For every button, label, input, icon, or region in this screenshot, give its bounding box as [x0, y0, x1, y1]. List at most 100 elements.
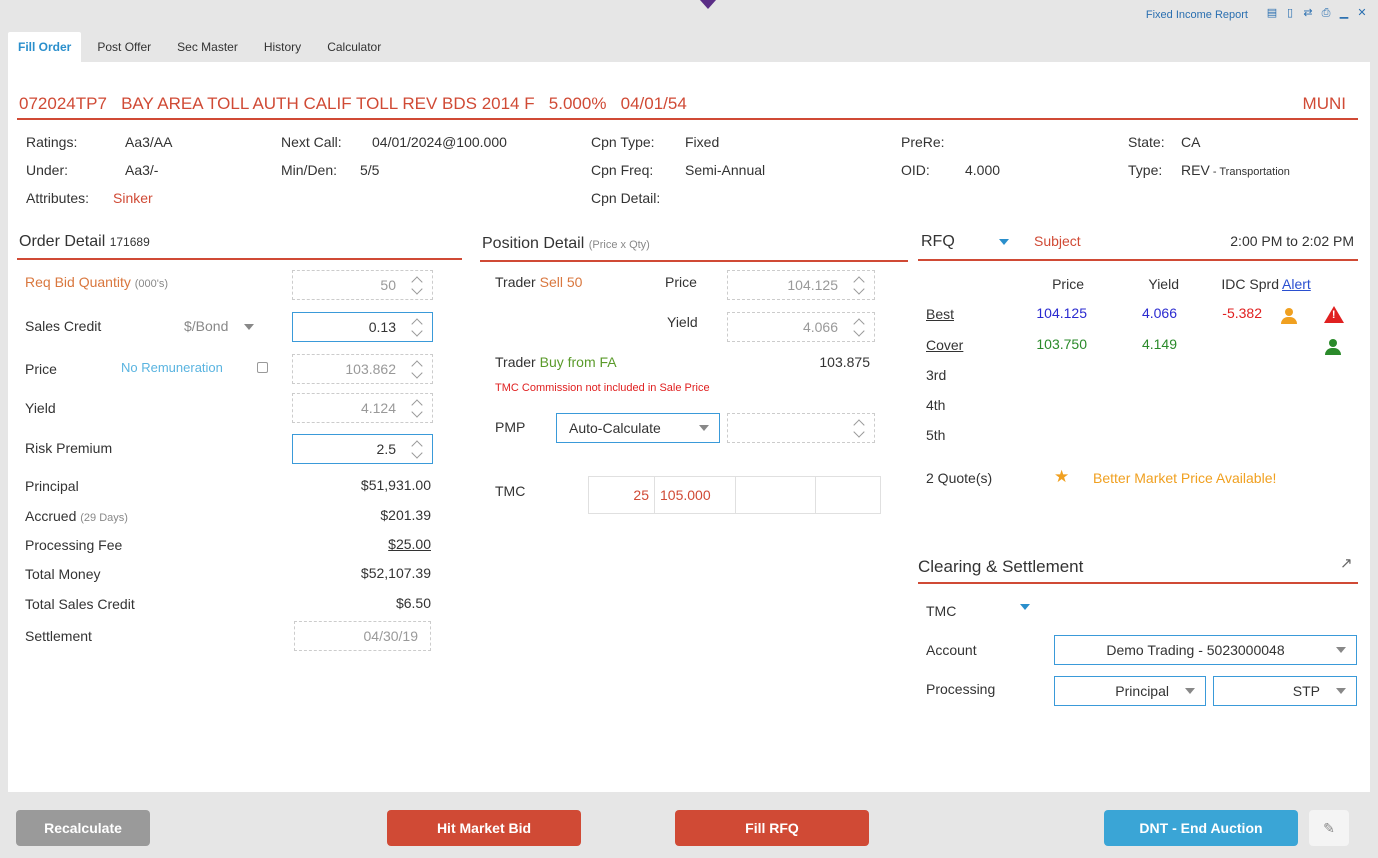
close-icon[interactable]: ✕	[1356, 6, 1368, 20]
pmp-value-input[interactable]	[727, 413, 875, 443]
processing-label: Processing	[926, 681, 996, 697]
processing-fee-value[interactable]: $25.00	[388, 536, 431, 552]
position-price-value: 104.125	[787, 277, 838, 293]
fill-order-panel: 072024TP7 BAY AREA TOLL AUTH CALIF TOLL …	[8, 62, 1370, 792]
next-call-label: Next Call:	[281, 134, 342, 150]
position-price-spinner[interactable]	[854, 274, 866, 296]
yield-spinner[interactable]	[412, 397, 424, 419]
trader-sell-row: Trader Sell 50	[495, 274, 582, 290]
account-select[interactable]: Demo Trading - 5023000048	[1054, 635, 1357, 665]
mobile-icon[interactable]: ▯	[1284, 6, 1296, 20]
fill-rfq-button[interactable]: Fill RFQ	[675, 810, 869, 846]
yield-value: 4.124	[360, 400, 396, 416]
principal-value: $51,931.00	[360, 477, 431, 493]
tmc-qty-cell[interactable]: 25	[589, 477, 655, 513]
chevron-down-icon	[699, 425, 709, 431]
ratings-label: Ratings:	[26, 134, 78, 150]
pmp-spinner[interactable]	[854, 417, 866, 439]
accrued-label-text: Accrued	[25, 508, 77, 524]
rfq-row-cover-label[interactable]: Cover	[926, 337, 963, 353]
risk-premium-input[interactable]: 2.5	[292, 434, 433, 464]
oid-label: OID:	[901, 162, 930, 178]
menu-icon[interactable]: ▤	[1266, 6, 1278, 20]
position-yield-value: 4.066	[802, 319, 838, 335]
yield-label: Yield	[25, 400, 56, 416]
dnt-end-auction-button[interactable]: DNT - End Auction	[1104, 810, 1298, 846]
next-call-value: 04/01/2024@100.000	[372, 134, 507, 150]
tab-post-offer[interactable]: Post Offer	[87, 32, 161, 62]
pmp-select[interactable]: Auto-Calculate	[556, 413, 720, 443]
processing-mode-select[interactable]: STP	[1213, 676, 1357, 706]
rfq-status-dropdown-icon[interactable]	[999, 239, 1009, 245]
position-detail-title-text: Position Detail	[482, 235, 585, 252]
rfq-row-4th-label: 4th	[926, 397, 946, 413]
total-money-label: Total Money	[25, 566, 101, 582]
minimize-icon[interactable]: ▁	[1338, 6, 1350, 20]
position-yield-input[interactable]: 4.066	[727, 312, 875, 342]
risk-premium-spinner[interactable]	[412, 438, 424, 460]
rfq-col-alert[interactable]: Alert	[1282, 276, 1311, 292]
no-remuneration-checkbox[interactable]	[257, 362, 268, 373]
trader2-action: Buy from FA	[539, 354, 617, 370]
recalculate-button[interactable]: Recalculate	[16, 810, 150, 846]
clearing-tmc-label: TMC	[926, 603, 957, 619]
oid-value: 4.000	[965, 162, 1001, 178]
accrued-days: (29 Days)	[80, 512, 128, 524]
price-label: Price	[25, 361, 57, 377]
rfq-title: RFQ	[921, 233, 955, 250]
settlement-date-input[interactable]: 04/30/19	[294, 621, 431, 651]
processing-select[interactable]: Principal	[1054, 676, 1206, 706]
under-value: Aa3/-	[125, 162, 159, 178]
req-bid-unit: (000's)	[134, 278, 169, 290]
tab-calculator[interactable]: Calculator	[317, 32, 391, 62]
rfq-row-best-label[interactable]: Best	[926, 306, 954, 322]
processing-value: Principal	[1115, 683, 1169, 699]
sales-credit-spinner[interactable]	[412, 316, 424, 338]
external-link-icon[interactable]: ↗	[1340, 554, 1353, 572]
total-money-value: $52,107.39	[360, 565, 431, 581]
total-sales-credit-label: Total Sales Credit	[25, 596, 135, 612]
tmc-price-cell[interactable]: 105.000	[655, 477, 736, 513]
rfq-best-idc: -5.382	[1222, 305, 1262, 321]
yield-input[interactable]: 4.124	[292, 393, 433, 423]
clearing-tmc-dropdown-icon[interactable]	[1020, 604, 1030, 610]
rfq-status: Subject	[1034, 233, 1081, 249]
rfq-cover-price: 103.750	[1036, 336, 1087, 352]
processing-fee-label: Processing Fee	[25, 537, 123, 553]
position-yield-spinner[interactable]	[854, 316, 866, 338]
req-bid-spinner[interactable]	[412, 274, 424, 296]
price-input[interactable]: 103.862	[292, 354, 433, 384]
tab-history[interactable]: History	[254, 32, 311, 62]
chevron-down-icon	[244, 324, 255, 331]
price-spinner[interactable]	[412, 358, 424, 380]
sales-credit-unit-select[interactable]: $/Bond	[184, 318, 255, 334]
req-bid-label: Req Bid Quantity (000's)	[25, 274, 168, 290]
hit-market-bid-button[interactable]: Hit Market Bid	[387, 810, 581, 846]
transfer-icon[interactable]: ⇄	[1302, 6, 1314, 20]
warning-icon[interactable]: !	[1323, 305, 1344, 323]
tmc-empty-cell-1[interactable]	[736, 477, 816, 513]
rfq-cover-yield: 4.149	[1141, 336, 1177, 352]
pencil-icon[interactable]: ✎	[1309, 810, 1349, 846]
position-detail-subtitle: (Price x Qty)	[588, 239, 650, 251]
better-market-price-message[interactable]: Better Market Price Available!	[1093, 470, 1276, 486]
drag-notch[interactable]	[700, 0, 716, 9]
req-bid-label-text: Req Bid Quantity	[25, 274, 131, 290]
print-icon[interactable]: ⎙	[1320, 6, 1332, 20]
chevron-down-icon	[1336, 647, 1346, 653]
dealer-person-icon[interactable]	[1281, 308, 1297, 325]
state-value: CA	[1181, 134, 1201, 150]
req-bid-quantity-input[interactable]: 50	[292, 270, 433, 300]
tmc-empty-cell-2[interactable]	[816, 477, 880, 513]
account-label: Account	[926, 642, 977, 658]
cover-person-icon[interactable]	[1324, 339, 1341, 356]
sales-credit-value: 0.13	[368, 319, 396, 335]
rfq-divider	[918, 259, 1358, 261]
tab-fill-order[interactable]: Fill Order	[8, 32, 82, 62]
position-detail-divider	[480, 260, 908, 262]
tab-sec-master[interactable]: Sec Master	[167, 32, 248, 62]
position-price-input[interactable]: 104.125	[727, 270, 875, 300]
pmp-label: PMP	[495, 419, 526, 435]
ratings-value: Aa3/AA	[125, 134, 173, 150]
sales-credit-input[interactable]: 0.13	[292, 312, 433, 342]
